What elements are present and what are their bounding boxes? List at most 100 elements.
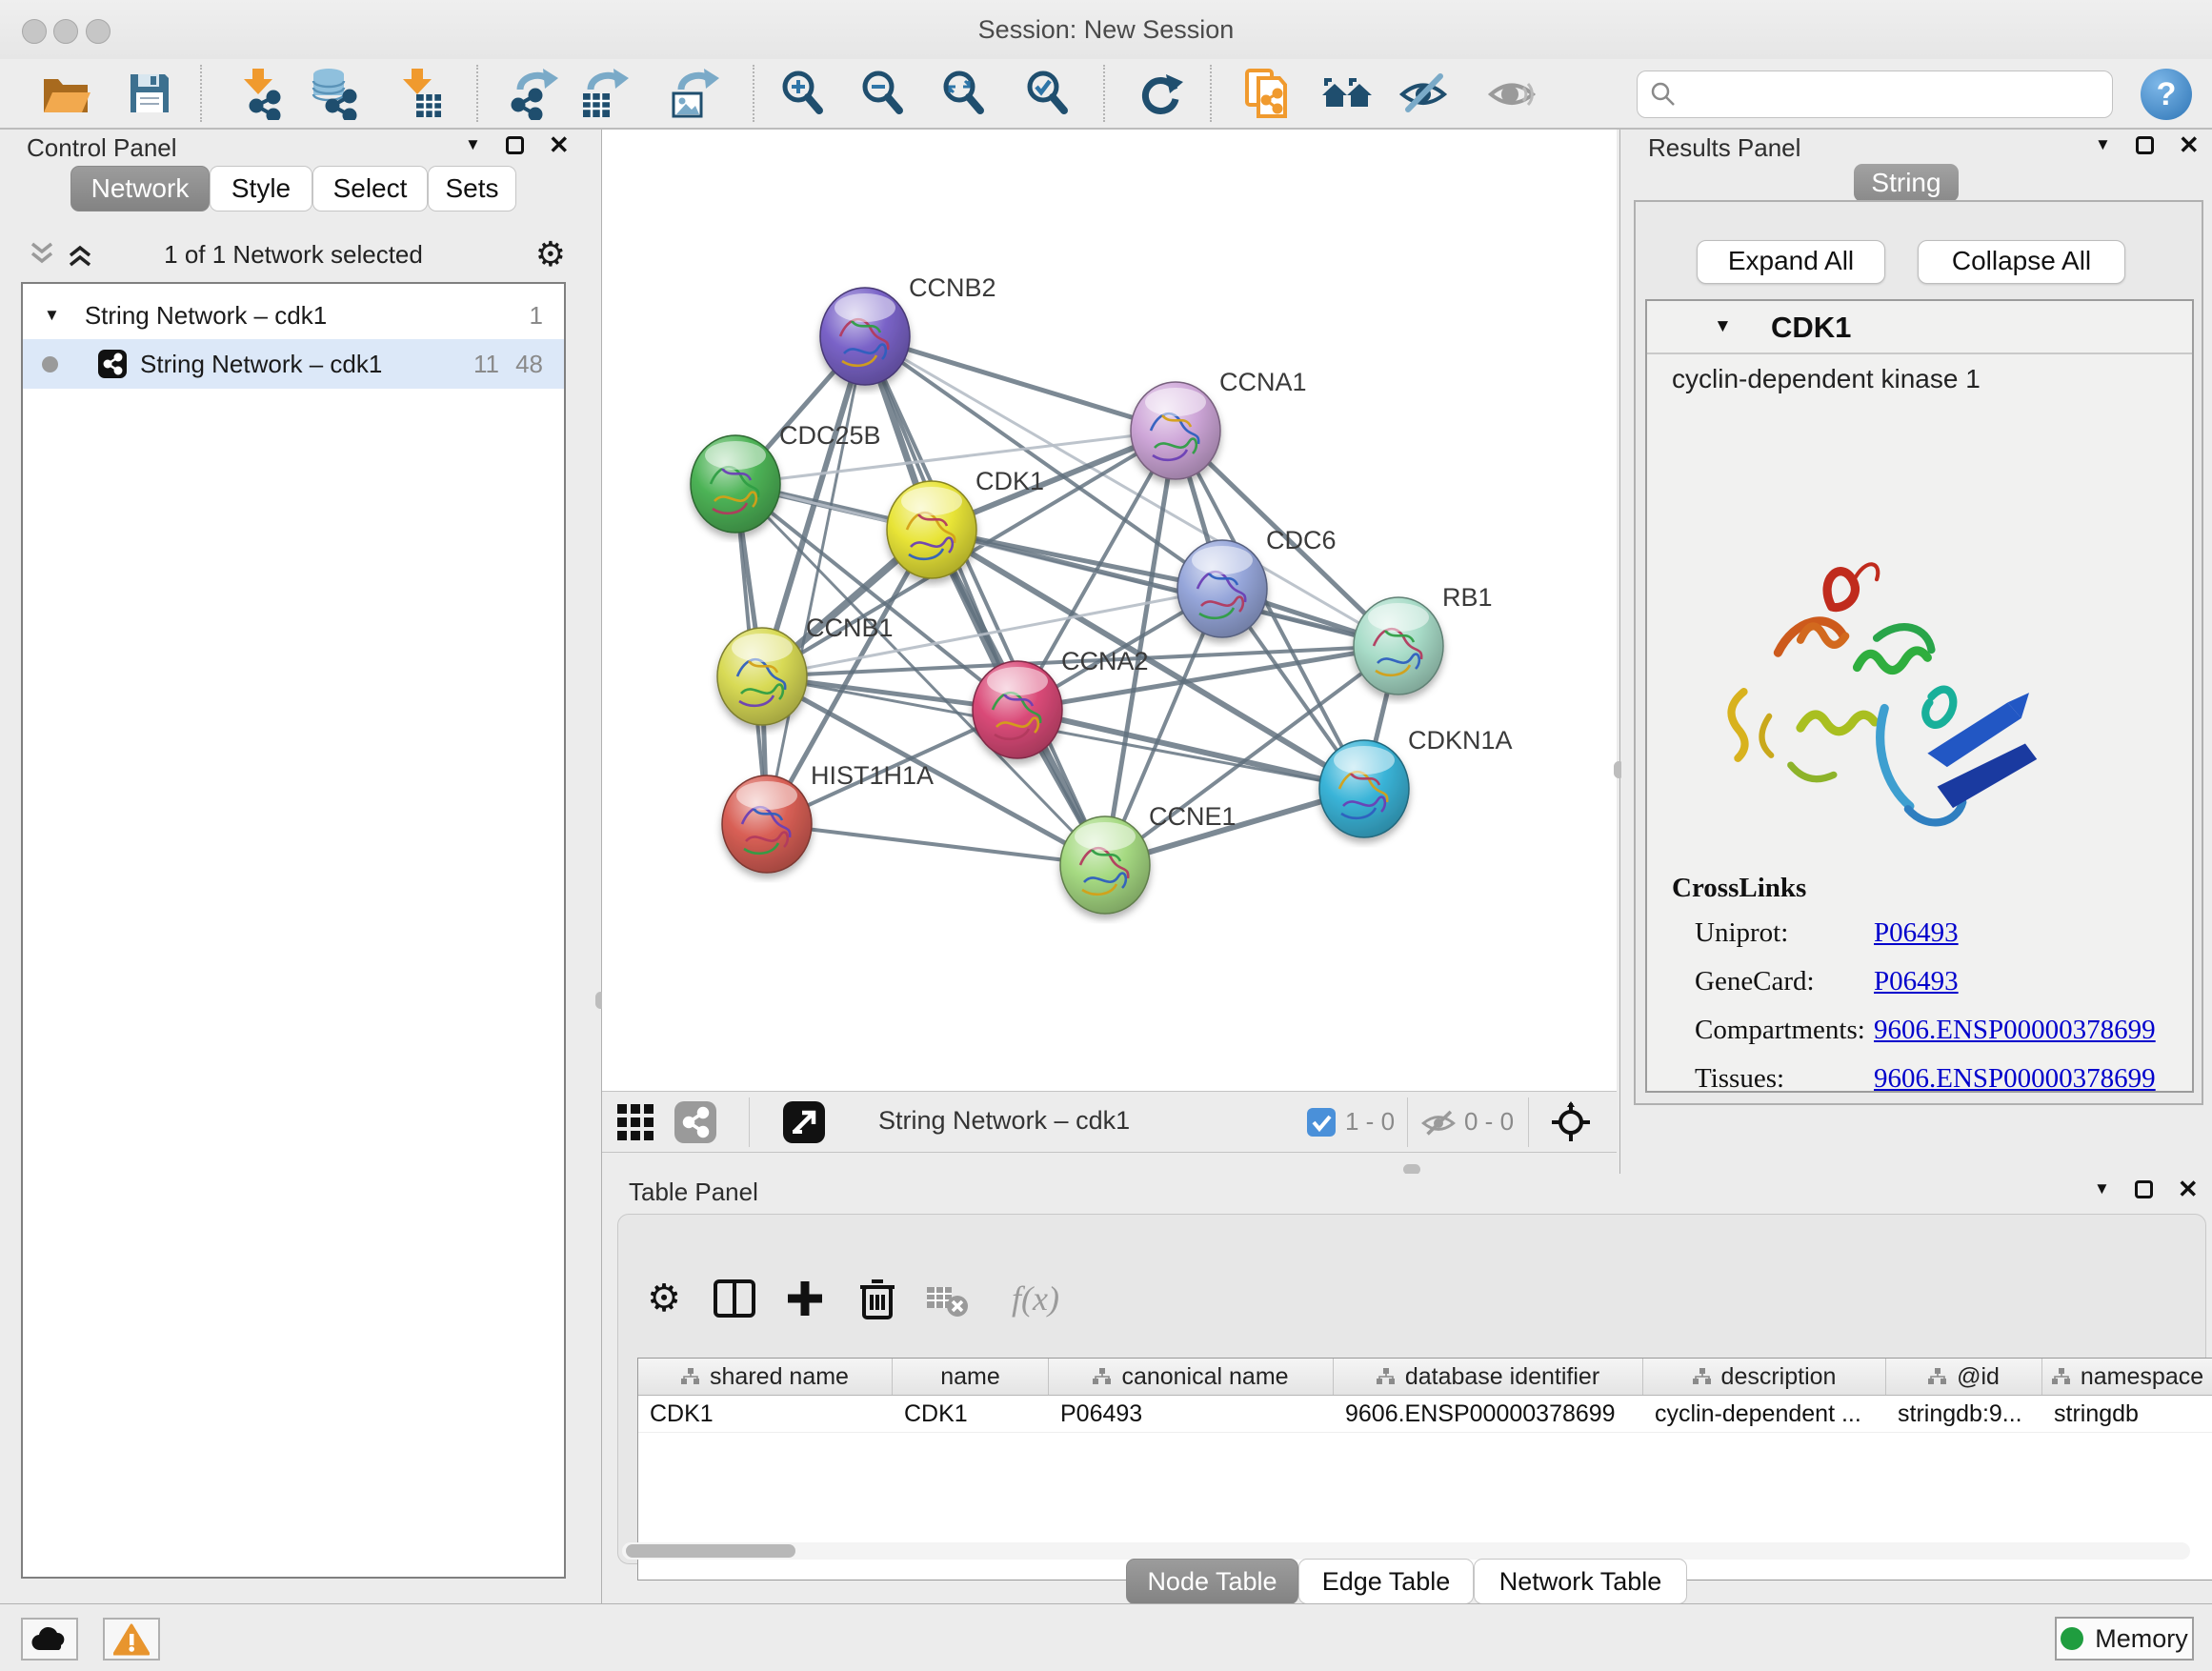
table-row[interactable]: CDK1CDK1P064939606.ENSP00000378699cyclin… <box>638 1396 2212 1433</box>
edge-CCNB2-CCNA1[interactable] <box>865 336 1176 431</box>
node-label-CCNB1: CCNB1 <box>806 614 894 642</box>
results-panel-close-icon[interactable]: ✕ <box>2179 135 2200 154</box>
tab-node-table[interactable]: Node Table <box>1126 1559 1298 1604</box>
tab-select[interactable]: Select <box>312 166 428 211</box>
cell-description[interactable]: cyclin-dependent ... <box>1643 1396 1886 1432</box>
collection-expand-icon[interactable]: ▼ <box>44 306 60 325</box>
open-session-icon[interactable] <box>39 67 92 120</box>
network-view-icon[interactable] <box>674 1101 716 1143</box>
zoom-selected-icon[interactable] <box>1020 67 1074 120</box>
cell-canonical-name[interactable]: P06493 <box>1049 1396 1334 1432</box>
results-panel-title: Results Panel <box>1648 133 1800 163</box>
tab-style[interactable]: Style <box>210 166 312 211</box>
grid-view-icon[interactable] <box>616 1103 654 1141</box>
edge-CCNB2-HIST1H1A[interactable] <box>767 336 865 824</box>
clone-network-icon[interactable] <box>1239 67 1293 120</box>
panel-divider[interactable] <box>1619 130 1620 1174</box>
node-CCNE1[interactable]: CCNE1 <box>1060 802 1237 914</box>
column-header--id[interactable]: @id <box>1886 1359 2042 1395</box>
export-image-icon[interactable] <box>668 67 721 120</box>
crosslink-value-link[interactable]: P06493 <box>1874 966 1959 997</box>
node-RB1[interactable]: RB1 <box>1354 583 1493 695</box>
node-CCNA1[interactable]: CCNA1 <box>1131 368 1307 479</box>
save-session-icon[interactable] <box>123 67 176 120</box>
results-panel-collapse-icon[interactable]: ▼ <box>2095 135 2111 154</box>
collapse-all-button[interactable]: Collapse All <box>1918 240 2125 284</box>
show-columns-icon[interactable] <box>710 1274 759 1323</box>
search-input[interactable] <box>1685 79 2112 111</box>
tab-network[interactable]: Network <box>70 166 210 211</box>
cloud-status-button[interactable] <box>21 1618 78 1661</box>
help-icon[interactable]: ? <box>2141 69 2192 120</box>
zoom-in-icon[interactable] <box>775 67 829 120</box>
import-network-from-database-icon[interactable] <box>306 67 359 120</box>
crosslink-value-link[interactable]: 9606.ENSP00000378699 <box>1874 1063 2156 1093</box>
network-canvas[interactable]: CCNB2CCNA1CDC25BCDK1CDC6RB1CCNB1CCNA2CDK… <box>602 130 1617 1091</box>
tab-network-table[interactable]: Network Table <box>1474 1559 1687 1604</box>
first-neighbors-icon[interactable] <box>1320 67 1374 120</box>
mapped-column-icon <box>1377 1368 1396 1385</box>
search-field[interactable] <box>1637 70 2113 118</box>
network-row[interactable]: String Network – cdk1 11 48 <box>23 339 564 389</box>
node-label-RB1: RB1 <box>1442 583 1493 612</box>
node-HIST1H1A[interactable]: HIST1H1A <box>722 761 934 873</box>
scrollbar-thumb[interactable] <box>626 1544 795 1558</box>
refresh-icon[interactable] <box>1134 67 1187 120</box>
table-panel-collapse-icon[interactable]: ▼ <box>2094 1179 2110 1198</box>
table-options-gear-icon[interactable]: ⚙ <box>639 1274 689 1323</box>
network-options-gear-icon[interactable]: ⚙ <box>535 234 566 274</box>
column-header-name[interactable]: name <box>893 1359 1049 1395</box>
import-network-icon[interactable] <box>231 67 285 120</box>
edge-CCNA2-CDKN1A[interactable] <box>1017 710 1364 789</box>
column-header-shared-name[interactable]: shared name <box>638 1359 893 1395</box>
cell-name[interactable]: CDK1 <box>893 1396 1049 1432</box>
node-CDKN1A[interactable]: CDKN1A <box>1319 726 1513 837</box>
add-column-icon[interactable] <box>780 1274 830 1323</box>
tab-sets[interactable]: Sets <box>428 166 516 211</box>
control-panel-close-icon[interactable]: ✕ <box>549 135 570 154</box>
fit-content-crosshair-icon[interactable] <box>1550 1101 1592 1143</box>
control-panel-collapse-icon[interactable]: ▼ <box>465 135 481 154</box>
crosslink-value-link[interactable]: P06493 <box>1874 917 1959 949</box>
node-CDC6[interactable]: CDC6 <box>1177 526 1337 637</box>
cell-shared-name[interactable]: CDK1 <box>638 1396 893 1432</box>
cell--id[interactable]: stringdb:9... <box>1886 1396 2042 1432</box>
detach-view-icon[interactable] <box>783 1101 825 1143</box>
table-panel-close-icon[interactable]: ✕ <box>2178 1179 2199 1198</box>
function-builder-icon[interactable]: f(x) <box>993 1274 1078 1323</box>
node-CCNB1[interactable]: CCNB1 <box>717 614 894 725</box>
toolbar-separator <box>749 1097 750 1147</box>
crosslink-value-link[interactable]: 9606.ENSP00000378699 <box>1874 1015 2156 1046</box>
zoom-out-icon[interactable] <box>855 67 909 120</box>
tab-edge-table[interactable]: Edge Table <box>1298 1559 1474 1604</box>
edge-HIST1H1A-CCNE1[interactable] <box>767 824 1105 865</box>
import-table-icon[interactable] <box>391 67 444 120</box>
cell-database-identifier[interactable]: 9606.ENSP00000378699 <box>1334 1396 1643 1432</box>
node-label-CDKN1A: CDKN1A <box>1408 726 1513 755</box>
column-header-description[interactable]: description <box>1643 1359 1886 1395</box>
column-header-canonical-name[interactable]: canonical name <box>1049 1359 1334 1395</box>
control-panel-float-icon[interactable] <box>506 136 524 154</box>
expand-all-button[interactable]: Expand All <box>1697 240 1885 284</box>
mapped-column-icon <box>681 1368 700 1385</box>
column-header-namespace[interactable]: namespace <box>2042 1359 2212 1395</box>
table-panel-float-icon[interactable] <box>2135 1180 2153 1198</box>
gene-expand-icon[interactable]: ▼ <box>1714 316 1732 337</box>
delete-column-icon[interactable] <box>853 1274 902 1323</box>
export-network-icon[interactable] <box>507 67 560 120</box>
warning-status-button[interactable] <box>103 1618 160 1661</box>
network-collection-row[interactable]: ▼ String Network – cdk1 1 <box>23 293 564 337</box>
gene-header[interactable]: ▼ CDK1 <box>1647 301 2192 354</box>
results-panel-float-icon[interactable] <box>2136 136 2154 154</box>
show-all-icon[interactable] <box>1485 67 1538 120</box>
column-header-database-identifier[interactable]: database identifier <box>1334 1359 1643 1395</box>
selected-checkbox-icon[interactable] <box>1307 1108 1336 1137</box>
export-table-icon[interactable] <box>577 67 631 120</box>
tab-string[interactable]: String <box>1854 164 1959 202</box>
memory-button[interactable]: Memory <box>2055 1617 2194 1661</box>
table-horizontal-scrollbar[interactable] <box>622 1542 2190 1560</box>
zoom-fit-icon[interactable] <box>936 67 990 120</box>
delete-table-icon[interactable] <box>921 1274 971 1323</box>
hide-selected-icon[interactable] <box>1397 67 1450 120</box>
cell-namespace[interactable]: stringdb <box>2042 1396 2212 1432</box>
